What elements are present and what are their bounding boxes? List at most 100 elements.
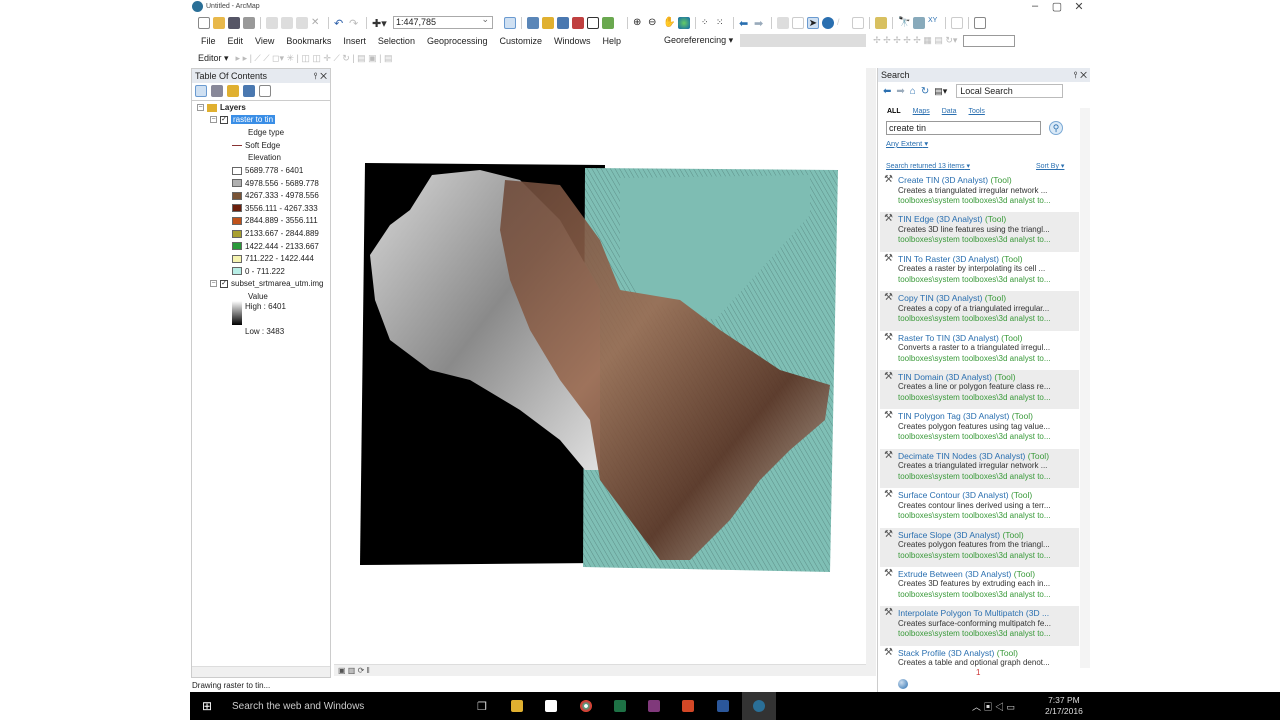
search-result-item[interactable]: ⚒ TIN Edge (3D Analyst) (Tool) Creates 3…	[880, 212, 1079, 252]
minimize-button[interactable]: –	[1024, 0, 1046, 12]
list-by-visibility-icon[interactable]	[227, 85, 239, 97]
undo-icon[interactable]: ↶	[334, 17, 346, 30]
map-vertical-scrollbar[interactable]	[866, 68, 876, 676]
find-route-icon[interactable]	[913, 16, 925, 29]
menu-selection[interactable]: Selection	[372, 36, 421, 46]
search-result-item[interactable]: ⚒ Stack Profile (3D Analyst) (Tool) Crea…	[880, 646, 1079, 685]
layers-root[interactable]: Layers	[220, 103, 246, 112]
back-icon[interactable]: ⬅	[883, 86, 891, 97]
excel-icon[interactable]	[614, 700, 626, 712]
fixed-zoom-in-icon[interactable]: ⁘	[701, 17, 713, 29]
measure-icon[interactable]	[875, 16, 887, 29]
save-icon[interactable]	[228, 16, 240, 29]
menu-edit[interactable]: Edit	[222, 36, 250, 46]
result-title[interactable]: Decimate TIN Nodes (3D Analyst)	[898, 451, 1025, 461]
tab-tools[interactable]: Tools	[969, 108, 985, 115]
zoom-in-icon[interactable]: ⊕	[633, 17, 645, 29]
editor-menu[interactable]: Editor ▾	[198, 53, 229, 64]
close-button[interactable]: ✕	[1068, 0, 1090, 13]
tab-all[interactable]: ALL	[887, 108, 901, 115]
georef-layer-select[interactable]	[740, 34, 867, 47]
arcmap-taskbar-button[interactable]	[742, 692, 776, 720]
time-slider-icon[interactable]	[951, 16, 963, 29]
menu-customize[interactable]: Customize	[494, 36, 549, 46]
extent-dropdown[interactable]: Any Extent ▾	[886, 139, 928, 148]
result-title[interactable]: Interpolate Polygon To Multipatch (3D ..…	[898, 608, 1049, 618]
select-features-icon[interactable]	[777, 16, 789, 29]
identify-icon[interactable]	[822, 16, 834, 29]
collapse-icon[interactable]: −	[197, 104, 204, 111]
search-result-item[interactable]: ⚒ Copy TIN (3D Analyst) (Tool) Creates a…	[880, 291, 1079, 331]
map-horizontal-scrollbar[interactable]: ▣ ▥ ⟳ ‖	[334, 664, 866, 676]
toc-horizontal-scrollbar[interactable]	[192, 666, 330, 677]
layer-visibility-checkbox[interactable]: ✓	[220, 115, 228, 124]
taskbar-search[interactable]: Search the web and Windows	[232, 701, 364, 712]
search-result-item[interactable]: ⚒ Extrude Between (3D Analyst) (Tool) Cr…	[880, 567, 1079, 606]
editor-toolbar-icon[interactable]	[504, 16, 516, 29]
menu-help[interactable]: Help	[597, 36, 628, 46]
result-title[interactable]: Extrude Between (3D Analyst)	[898, 569, 1011, 579]
file-explorer-icon[interactable]	[511, 700, 523, 712]
layer-raster-to-tin[interactable]: raster to tin	[231, 115, 276, 124]
layout-icon[interactable]	[527, 16, 539, 29]
paste-icon[interactable]	[296, 16, 308, 29]
cut-icon[interactable]	[266, 16, 278, 29]
search-button[interactable]: ⚲	[1049, 121, 1063, 135]
task-view-icon[interactable]: ❐	[477, 700, 487, 713]
result-title[interactable]: TIN Domain (3D Analyst)	[898, 372, 992, 382]
new-icon[interactable]	[198, 16, 210, 29]
search-result-item[interactable]: ⚒ TIN To Raster (3D Analyst) (Tool) Crea…	[880, 252, 1079, 291]
result-title[interactable]: Create TIN (3D Analyst)	[898, 175, 988, 185]
hyperlink-icon[interactable]: /	[837, 17, 849, 29]
goto-xy-icon[interactable]: XY	[928, 17, 940, 29]
chrome-icon[interactable]	[580, 700, 592, 712]
search-summary[interactable]: Search returned 13 items ▾	[886, 162, 970, 170]
sort-by-dropdown[interactable]: Sort By ▾	[1036, 162, 1064, 170]
redo-icon[interactable]: ↷	[349, 17, 361, 30]
search-result-item[interactable]: ⚒ Surface Contour (3D Analyst) (Tool) Cr…	[880, 488, 1079, 527]
scale-combobox[interactable]: 1:447,785	[393, 14, 493, 29]
word-icon[interactable]	[717, 700, 729, 712]
layer-subset-srtm[interactable]: subset_srtmarea_utm.img	[231, 279, 323, 288]
toc-icon[interactable]	[557, 16, 569, 29]
result-title[interactable]: TIN Polygon Tag (3D Analyst)	[898, 411, 1009, 421]
create-viewer-icon[interactable]	[974, 16, 986, 29]
arctoolbox-icon[interactable]	[572, 16, 584, 29]
toc-pin-close[interactable]: ⫯ ✕	[314, 71, 327, 81]
collapse-icon[interactable]: −	[210, 116, 217, 123]
menu-insert[interactable]: Insert	[337, 36, 372, 46]
clock[interactable]: 7:37 PM 2/17/2016	[1045, 695, 1083, 717]
zoom-out-icon[interactable]: ⊖	[648, 17, 660, 29]
tab-data[interactable]: Data	[942, 108, 957, 115]
menu-file[interactable]: File	[195, 36, 222, 46]
pan-icon[interactable]: ✋	[663, 17, 675, 29]
search-result-item[interactable]: ⚒ Create TIN (3D Analyst) (Tool) Creates…	[880, 173, 1079, 212]
onenote-icon[interactable]	[648, 700, 660, 712]
full-extent-icon[interactable]	[678, 16, 690, 29]
result-title[interactable]: TIN Edge (3D Analyst)	[898, 214, 983, 224]
georef-input[interactable]	[963, 34, 1016, 47]
result-title[interactable]: Raster To TIN (3D Analyst)	[898, 333, 999, 343]
forward-icon[interactable]: ➡	[896, 86, 904, 97]
result-title[interactable]: Copy TIN (3D Analyst)	[898, 293, 982, 303]
result-title[interactable]: Stack Profile (3D Analyst)	[898, 648, 994, 658]
back-icon[interactable]: ⬅	[739, 17, 751, 30]
powerpoint-icon[interactable]	[682, 700, 694, 712]
results-scrollbar[interactable]	[1080, 108, 1090, 668]
open-icon[interactable]	[213, 16, 225, 29]
clear-selection-icon[interactable]	[792, 16, 804, 29]
catalog-icon[interactable]	[542, 16, 554, 29]
search-result-item[interactable]: ⚒ TIN Domain (3D Analyst) (Tool) Creates…	[880, 369, 1079, 410]
page-number[interactable]: 1	[976, 668, 980, 677]
copy-icon[interactable]	[281, 16, 293, 29]
find-icon[interactable]: 🔭	[898, 17, 910, 29]
layer-visibility-checkbox[interactable]: ✓	[220, 279, 228, 288]
search-result-item[interactable]: ⚒ Surface Slope (3D Analyst) (Tool) Crea…	[880, 527, 1079, 567]
modelbuilder-icon[interactable]	[602, 16, 614, 29]
result-title[interactable]: Surface Slope (3D Analyst)	[898, 530, 1000, 540]
list-by-source-icon[interactable]	[211, 85, 223, 97]
fixed-zoom-out-icon[interactable]: ⁙	[716, 17, 728, 29]
forward-icon[interactable]: ➡	[754, 17, 766, 30]
search-result-item[interactable]: ⚒ Interpolate Polygon To Multipatch (3D …	[880, 606, 1079, 646]
delete-icon[interactable]: ✕	[311, 17, 323, 29]
